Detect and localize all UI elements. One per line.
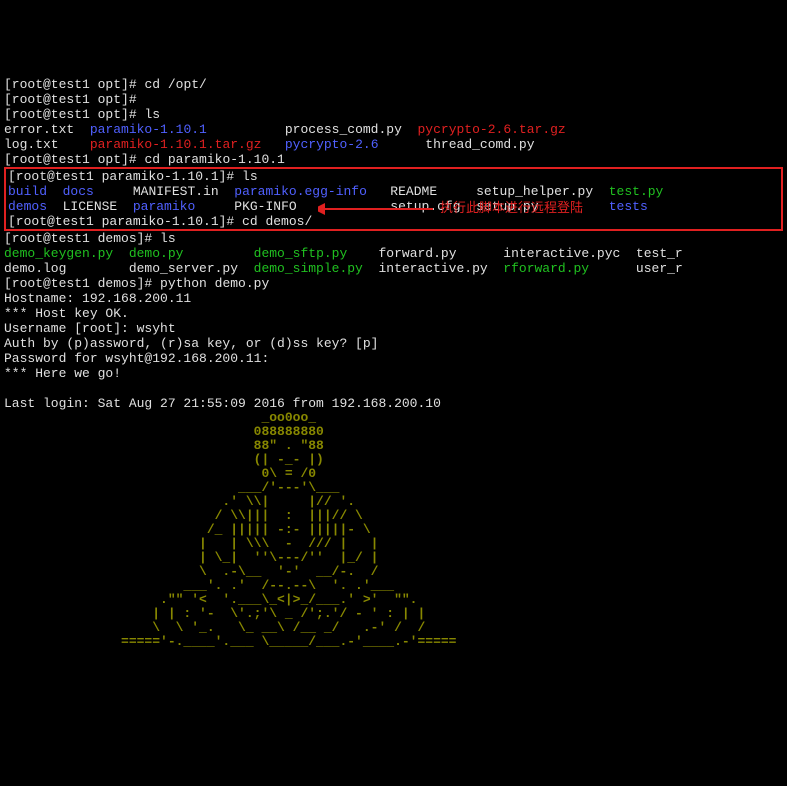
file: forward.py interactive.pyc test_r	[347, 246, 682, 261]
prompt: [root@test1 opt]#	[4, 152, 144, 167]
dir: paramiko.egg-info	[234, 184, 367, 199]
cmd-text: cd demos/	[242, 214, 312, 229]
output-line: *** Host key OK.	[4, 306, 129, 321]
dir: docs	[63, 184, 94, 199]
output-line: Hostname: 192.168.200.11	[4, 291, 191, 306]
file: MANIFEST.in	[94, 184, 234, 199]
archive: pycrypto-2.6.tar.gz	[418, 122, 566, 137]
prompt: [root@test1 paramiko-1.10.1]#	[8, 169, 242, 184]
file: log.txt	[4, 137, 90, 152]
cmd-text: ls	[242, 169, 258, 184]
file: demo.log demo_server.py	[4, 261, 254, 276]
highlight-frame: [root@test1 paramiko-1.10.1]# ls build d…	[4, 167, 783, 231]
prompt: [root@test1 demos]#	[4, 231, 160, 246]
exec: rforward.py	[503, 261, 589, 276]
dir: paramiko	[133, 199, 195, 214]
output-line: Last login: Sat Aug 27 21:55:09 2016 fro…	[4, 396, 441, 411]
prompt: [root@test1 demos]#	[4, 276, 160, 291]
cmd-text: ls	[160, 231, 176, 246]
cmd-text: cd /opt/	[144, 77, 206, 92]
annotation-text: 执行此脚本进行远程登陆	[440, 200, 583, 215]
file: error.txt	[4, 122, 90, 137]
archive: paramiko-1.10.1.tar.gz	[90, 137, 262, 152]
exec: test.py	[609, 184, 664, 199]
file: process_comd.py	[207, 122, 418, 137]
output-line: Password for wsyht@192.168.200.11:	[4, 351, 277, 366]
output-line: *** Here we go!	[4, 366, 121, 381]
file: interactive.py	[363, 261, 503, 276]
file: README setup_helper.py	[367, 184, 609, 199]
dir: demos	[8, 199, 47, 214]
cmd-text: ls	[144, 107, 160, 122]
dir: build	[8, 184, 47, 199]
output-line: Auth by (p)assword, (r)sa key, or (d)ss …	[4, 336, 386, 351]
exec: demo_keygen.py	[4, 246, 113, 261]
prompt: [root@test1 paramiko-1.10.1]#	[8, 214, 242, 229]
cmd-text: python demo.py	[160, 276, 269, 291]
prompt: [root@test1 opt]#	[4, 92, 144, 107]
exec: demo_sftp.py	[254, 246, 348, 261]
dir: paramiko-1.10.1	[90, 122, 207, 137]
prompt: [root@test1 opt]#	[4, 77, 144, 92]
exec: demo_simple.py	[254, 261, 363, 276]
prompt: [root@test1 opt]#	[4, 107, 144, 122]
exec: demo.py	[129, 246, 184, 261]
ascii-art: _oo0oo_ 088888880 88" . "88 (| -_- |) 0\…	[4, 411, 783, 649]
dir: pycrypto-2.6	[285, 137, 379, 152]
file: thread_comd.py	[379, 137, 535, 152]
output-line: Username [root]: wsyht	[4, 321, 176, 336]
terminal-output[interactable]: [root@test1 opt]# cd /opt/ [root@test1 o…	[0, 60, 787, 666]
dir: tests	[609, 199, 648, 214]
cmd-text: cd paramiko-1.10.1	[144, 152, 284, 167]
file: LICENSE	[47, 199, 133, 214]
file: user_r	[589, 261, 683, 276]
